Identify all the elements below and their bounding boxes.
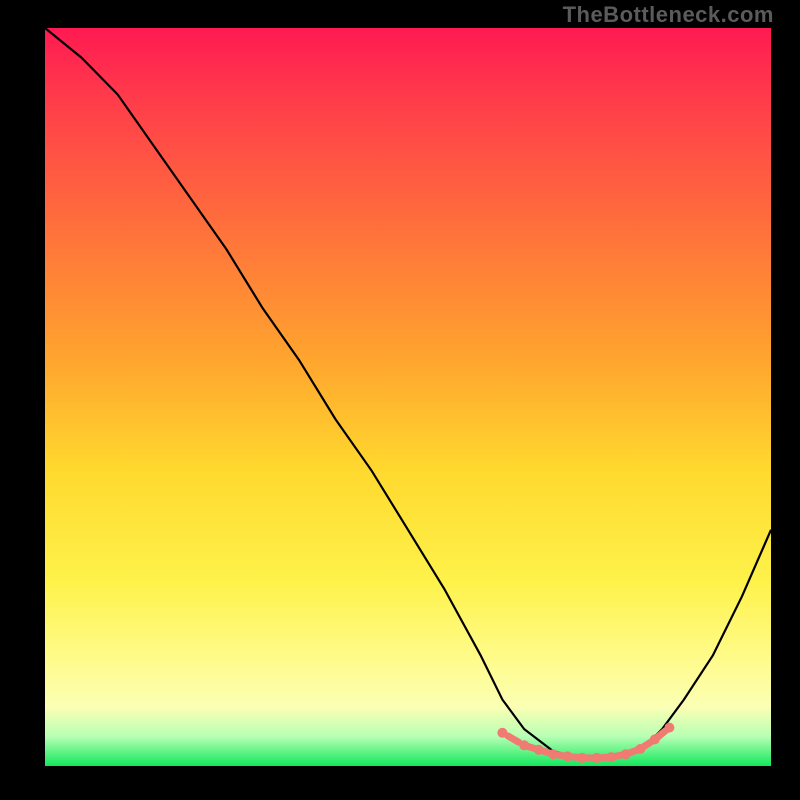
chart-svg xyxy=(45,28,771,766)
marker-dash xyxy=(659,731,666,737)
marker-dash xyxy=(644,742,651,747)
curve-line xyxy=(45,28,771,759)
marker-dot xyxy=(665,723,674,732)
watermark-text: TheBottleneck.com xyxy=(563,2,774,28)
chart-frame: TheBottleneck.com xyxy=(0,0,800,800)
plot-area xyxy=(45,28,771,766)
marker-dash xyxy=(508,736,519,742)
